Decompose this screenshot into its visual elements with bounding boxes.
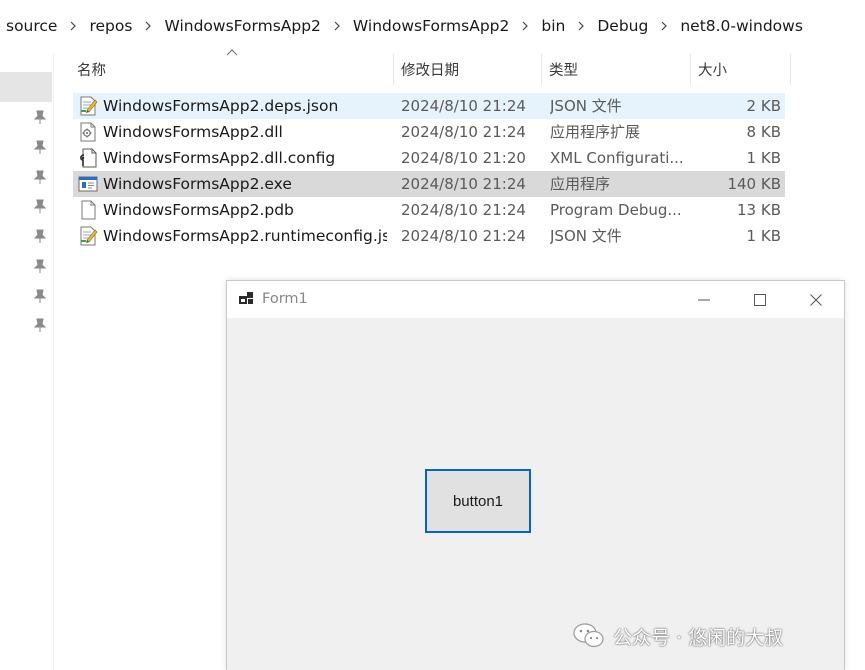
chevron-right-icon[interactable] <box>321 21 353 31</box>
form-app-icon <box>239 292 253 304</box>
breadcrumb-item-windowsformsapp2-inner[interactable]: WindowsFormsApp2 <box>353 17 509 35</box>
wechat-logo-icon <box>573 623 604 648</box>
file-type: 应用程序 <box>550 175 611 193</box>
minimize-icon <box>698 299 710 300</box>
file-size: 13 KB <box>737 201 781 219</box>
column-divider[interactable] <box>690 54 691 85</box>
file-date: 2024/8/10 21:24 <box>401 97 526 115</box>
file-type: 应用程序扩展 <box>550 123 641 141</box>
blank-file-icon <box>81 200 96 220</box>
pin-icon[interactable] <box>33 228 47 244</box>
file-date: 2024/8/10 21:24 <box>401 123 526 141</box>
breadcrumb: source repos WindowsFormsApp2 WindowsFor… <box>0 0 865 54</box>
breadcrumb-item-net8-windows[interactable]: net8.0-windows <box>680 17 803 35</box>
breadcrumb-item-debug[interactable]: Debug <box>597 17 648 35</box>
file-size: 140 KB <box>727 175 781 193</box>
column-header-size[interactable]: 大小 <box>698 54 788 85</box>
file-size: 2 KB <box>746 97 781 115</box>
breadcrumb-item-bin[interactable]: bin <box>541 17 565 35</box>
file-type: XML Configurati... <box>550 149 684 167</box>
file-row[interactable]: WindowsFormsApp2.runtimeconfig.js... 202… <box>73 223 785 249</box>
column-header-date[interactable]: 修改日期 <box>401 54 541 85</box>
file-row[interactable]: WindowsFormsApp2.deps.json 2024/8/10 21:… <box>73 93 785 119</box>
pin-icon[interactable] <box>33 258 47 274</box>
watermark-text: 公众号 · 悠闲的大叔 <box>613 626 784 649</box>
exe-file-icon <box>78 176 98 192</box>
file-type: Program Debug... <box>550 201 682 219</box>
file-row[interactable]: WindowsFormsApp2.dll 2024/8/10 21:24 应用程… <box>73 119 785 145</box>
file-size: 1 KB <box>746 149 781 167</box>
breadcrumb-item-source[interactable]: source <box>6 17 57 35</box>
breadcrumb-item-repos[interactable]: repos <box>89 17 132 35</box>
config-file-icon <box>80 148 97 168</box>
dll-file-icon <box>80 122 96 142</box>
chevron-right-icon[interactable] <box>509 21 541 31</box>
form-title: Form1 <box>262 291 308 307</box>
json-file-icon <box>80 226 98 246</box>
file-name: WindowsFormsApp2.dll <box>103 123 283 141</box>
file-name: WindowsFormsApp2.deps.json <box>103 97 339 115</box>
form-title-bar[interactable]: Form1 <box>227 281 844 318</box>
file-date: 2024/8/10 21:24 <box>401 227 526 245</box>
column-divider[interactable] <box>790 54 791 85</box>
file-date: 2024/8/10 21:24 <box>401 201 526 219</box>
pin-icon[interactable] <box>33 169 47 185</box>
button1-label: button1 <box>452 492 504 510</box>
navigation-pane <box>0 54 54 670</box>
file-name: WindowsFormsApp2.runtimeconfig.js... <box>103 227 387 245</box>
close-icon <box>810 293 822 306</box>
maximize-icon <box>754 293 766 306</box>
pin-icon[interactable] <box>33 109 47 125</box>
file-row[interactable]: WindowsFormsApp2.pdb 2024/8/10 21:24 Pro… <box>73 197 785 223</box>
breadcrumb-item-windowsformsapp2-outer[interactable]: WindowsFormsApp2 <box>164 17 320 35</box>
column-divider[interactable] <box>541 54 542 85</box>
chevron-right-icon[interactable] <box>565 21 597 31</box>
file-date: 2024/8/10 21:20 <box>401 149 526 167</box>
file-name: WindowsFormsApp2.pdb <box>103 201 294 219</box>
chevron-right-icon[interactable] <box>57 21 89 31</box>
file-type: JSON 文件 <box>550 227 622 245</box>
file-name: WindowsFormsApp2.exe <box>103 175 292 193</box>
file-date: 2024/8/10 21:24 <box>401 175 526 193</box>
nav-item-selected[interactable] <box>0 72 52 102</box>
column-divider[interactable] <box>393 54 394 85</box>
maximize-button[interactable] <box>732 281 788 318</box>
chevron-right-icon[interactable] <box>132 21 164 31</box>
file-size: 8 KB <box>746 123 781 141</box>
file-row[interactable]: WindowsFormsApp2.dll.config 2024/8/10 21… <box>73 145 785 171</box>
close-button[interactable] <box>788 281 844 318</box>
button1[interactable]: button1 <box>425 469 531 533</box>
pin-icon[interactable] <box>33 317 47 333</box>
column-header-type[interactable]: 类型 <box>549 54 689 85</box>
watermark: 公众号 · 悠闲的大叔 <box>573 620 783 652</box>
json-file-icon <box>80 96 98 116</box>
form1-window: Form1 button1 <box>226 280 845 670</box>
file-name: WindowsFormsApp2.dll.config <box>103 149 336 167</box>
pin-icon[interactable] <box>33 198 47 214</box>
pin-icon[interactable] <box>33 288 47 304</box>
file-type: JSON 文件 <box>550 97 622 115</box>
column-header-name[interactable]: 名称 <box>77 54 391 85</box>
minimize-button[interactable] <box>676 281 732 318</box>
file-size: 1 KB <box>746 227 781 245</box>
chevron-right-icon[interactable] <box>648 21 680 31</box>
file-row-selected[interactable]: WindowsFormsApp2.exe 2024/8/10 21:24 应用程… <box>73 171 785 197</box>
pin-icon[interactable] <box>33 139 47 155</box>
